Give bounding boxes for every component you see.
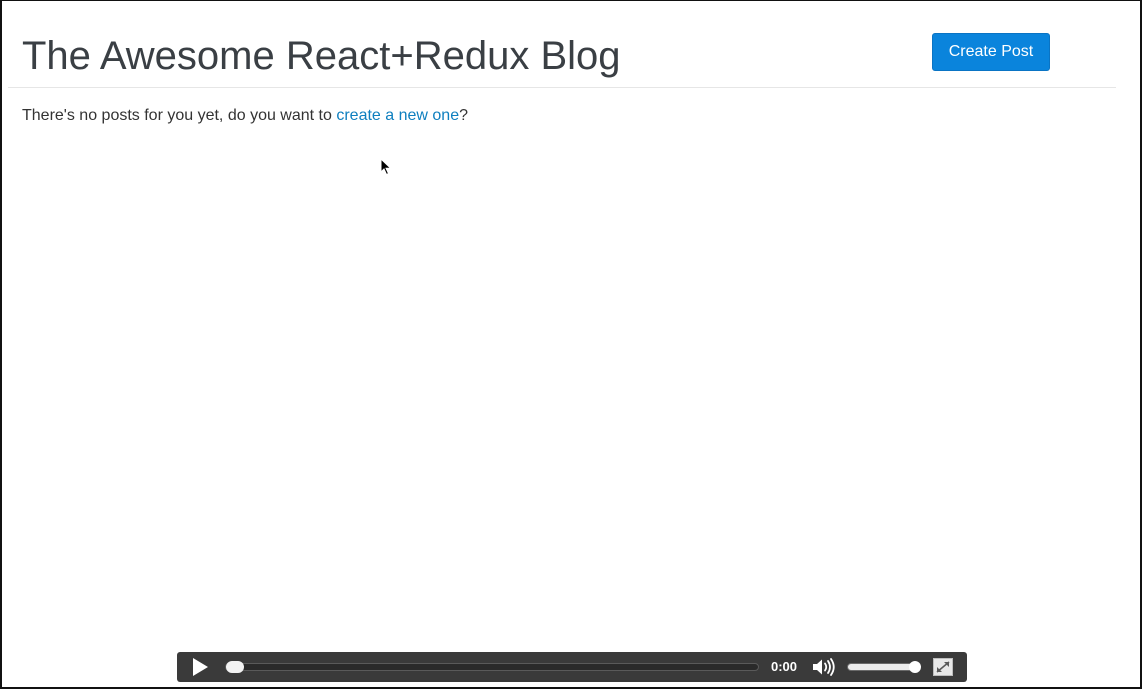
volume-icon[interactable]	[811, 657, 837, 677]
blog-header: The Awesome React+Redux Blog Create Post	[8, 0, 1116, 88]
video-player-controls: 0:00	[177, 652, 967, 682]
empty-state-message: There's no posts for you yet, do you wan…	[22, 106, 468, 126]
empty-message-text: There's no posts for you yet, do you wan…	[22, 107, 337, 124]
page-title: The Awesome React+Redux Blog	[22, 34, 621, 78]
volume-handle[interactable]	[909, 661, 921, 673]
progress-handle[interactable]	[226, 661, 244, 673]
create-post-button[interactable]: Create Post	[932, 33, 1050, 71]
mouse-cursor-icon	[380, 158, 392, 176]
empty-message-suffix: ?	[459, 107, 468, 124]
progress-bar[interactable]	[225, 661, 759, 673]
window-frame	[0, 0, 1142, 689]
create-new-post-link[interactable]: create a new one	[336, 107, 459, 124]
play-icon[interactable]	[189, 657, 211, 677]
volume-slider[interactable]	[847, 661, 921, 673]
fullscreen-icon[interactable]	[933, 658, 953, 676]
time-display: 0:00	[771, 659, 798, 674]
